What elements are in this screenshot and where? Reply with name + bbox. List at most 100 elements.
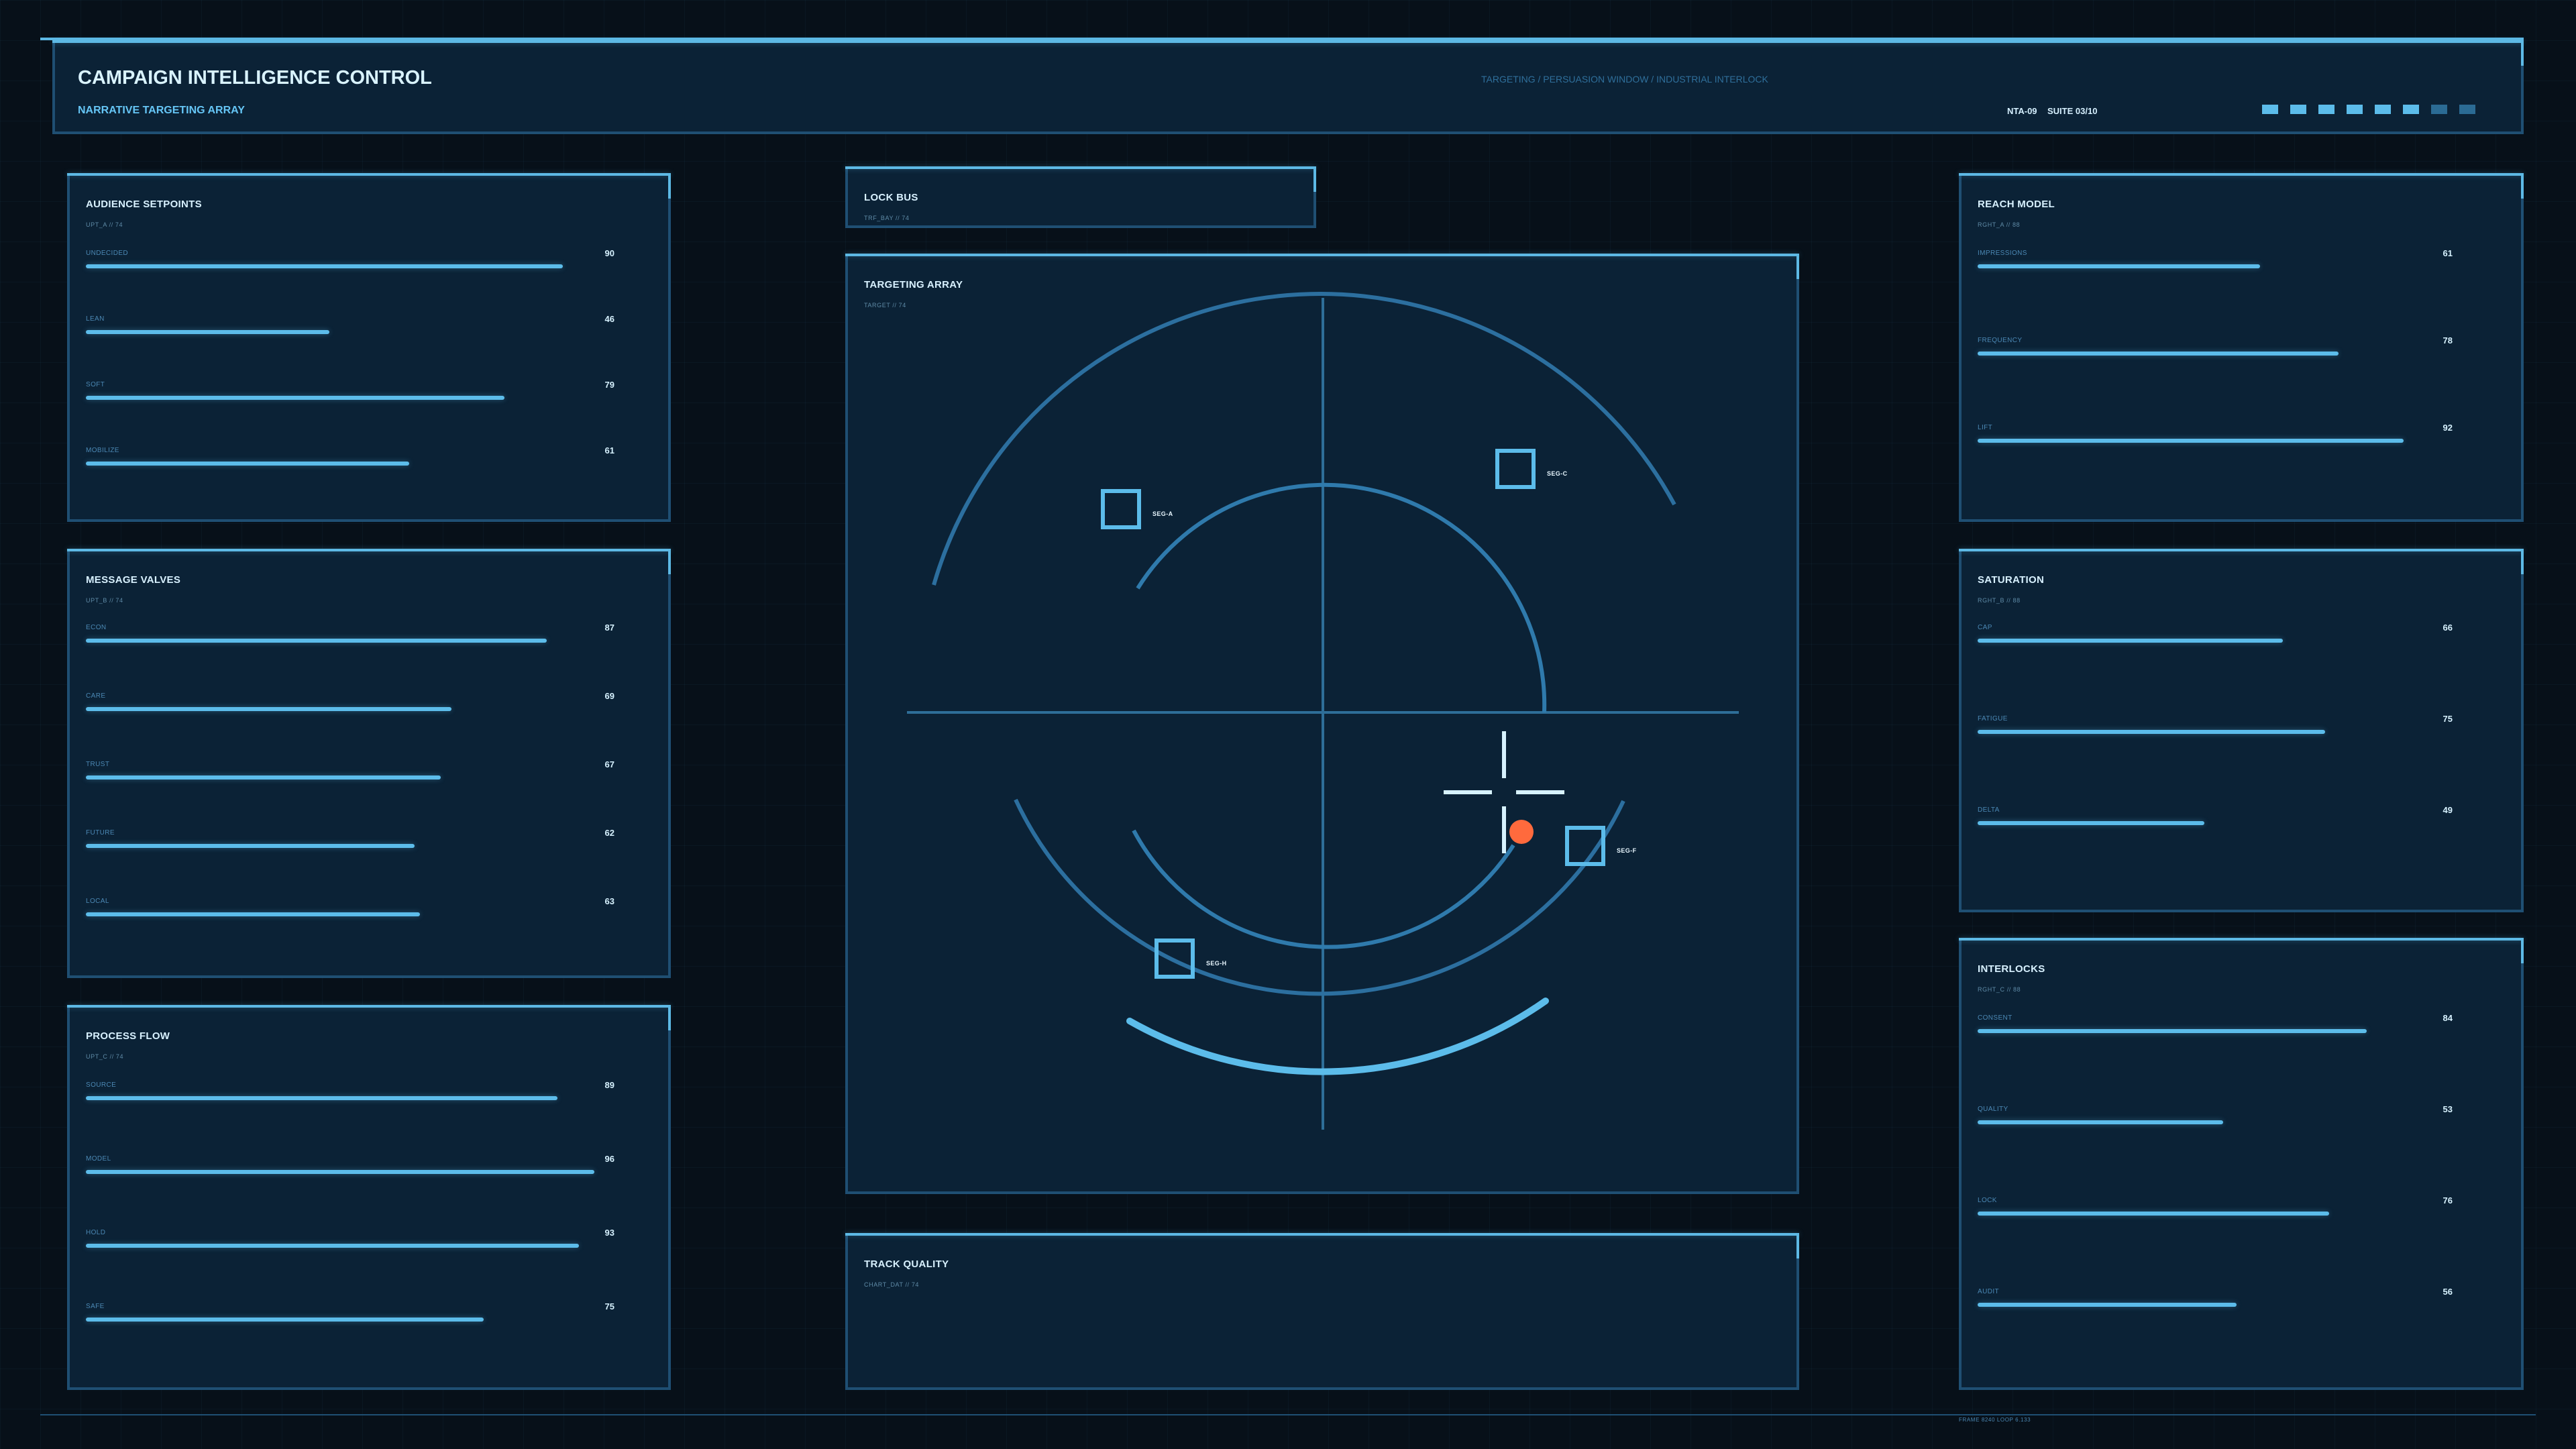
- metric-track: [86, 775, 616, 780]
- metric-row: HOLD 93: [86, 1228, 652, 1267]
- metric-row: IMPRESSIONS 61: [1978, 248, 2505, 287]
- metric-label: FREQUENCY: [1978, 337, 2023, 344]
- metric-track: [86, 462, 616, 466]
- status-block-3: [2318, 105, 2334, 114]
- metric-value: 49: [2443, 805, 2453, 815]
- metric-row: MOBILIZE 61: [86, 445, 652, 484]
- metric-fill: [1978, 730, 2325, 734]
- metric-label: MODEL: [86, 1155, 111, 1163]
- metric-track: [86, 707, 616, 711]
- metric-label: FUTURE: [86, 829, 115, 837]
- metric-fill: [1978, 1303, 2237, 1307]
- status-block-4: [2347, 105, 2363, 114]
- metric-label: CARE: [86, 692, 106, 700]
- panel-title: INTERLOCKS: [1978, 963, 2045, 975]
- metric-value: 46: [604, 314, 614, 324]
- panel-title: TRACK QUALITY: [864, 1258, 949, 1270]
- panel-code: CHART_DAT // 74: [864, 1281, 920, 1288]
- metric-fill: [1978, 639, 2284, 643]
- left-panel-audience-setpoints: AUDIENCE SETPOINTS UPT_A // 74 UNDECIDED…: [67, 173, 671, 522]
- metric-track: [1978, 352, 2440, 356]
- metric-fill: [86, 1318, 484, 1322]
- metric-value: 84: [2443, 1013, 2453, 1023]
- header-panel: CAMPAIGN INTELLIGENCE CONTROL NARRATIVE …: [52, 40, 2524, 134]
- metric-label: SOFT: [86, 381, 105, 388]
- metric-value: 96: [604, 1154, 614, 1164]
- dashboard-root: { "header": { "title": "CAMPAIGN INTELLI…: [0, 0, 2576, 1449]
- metric-value: 67: [604, 759, 614, 769]
- lock-arc: [1126, 998, 1549, 1075]
- metric-value: 63: [604, 896, 614, 906]
- segment-label-a: SEG-A: [1152, 511, 1173, 517]
- metric-row: LOCAL 63: [86, 896, 652, 935]
- metric-track: [1978, 821, 2440, 825]
- metric-label: AUDIT: [1978, 1288, 1999, 1295]
- metric-fill: [86, 462, 409, 466]
- metric-row: DELTA 49: [1978, 805, 2505, 844]
- metric-row: SOFT 79: [86, 380, 652, 419]
- metric-row: LOCK 76: [1978, 1195, 2505, 1234]
- status-block-1: [2262, 105, 2278, 114]
- segment-label-c: SEG-C: [1547, 470, 1568, 477]
- metric-value: 92: [2443, 423, 2453, 433]
- metric-label: LEAN: [86, 315, 105, 323]
- metric-fill: [1978, 264, 2260, 268]
- panel-code: TRF_BAY // 74: [864, 215, 910, 221]
- metric-value: 90: [604, 248, 614, 258]
- inner-arc-top: [1136, 482, 1547, 713]
- metric-label: SAFE: [86, 1303, 105, 1310]
- metric-value: 56: [2443, 1287, 2453, 1297]
- panel-code: UPT_A // 74: [86, 221, 123, 228]
- panel-code: UPT_C // 74: [86, 1053, 124, 1060]
- outer-bottom-line: [40, 1414, 2536, 1415]
- metric-value: 61: [604, 445, 614, 455]
- right-panel-saturation: SATURATION RGHT_B // 88 CAP 66 FATIGUE 7…: [1959, 549, 2524, 912]
- metric-row: CAP 66: [1978, 623, 2505, 661]
- metric-track: [1978, 439, 2440, 443]
- segment-label-h: SEG-H: [1206, 960, 1227, 967]
- metric-track: [86, 396, 616, 400]
- metric-row: FREQUENCY 78: [1978, 335, 2505, 374]
- segment-marker-c[interactable]: [1495, 449, 1536, 489]
- metric-track: [86, 1244, 616, 1248]
- status-block-5: [2375, 105, 2391, 114]
- target-dot[interactable]: [1509, 820, 1534, 844]
- panel-code: RGHT_B // 88: [1978, 597, 2021, 604]
- metric-fill: [1978, 352, 2339, 356]
- metric-label: UNDECIDED: [86, 250, 129, 257]
- metric-label: DELTA: [1978, 806, 2000, 814]
- metric-label: ECON: [86, 624, 107, 631]
- metric-fill: [1978, 439, 2404, 443]
- status-block-6: [2403, 105, 2419, 114]
- targeting-svg: [907, 292, 1739, 1130]
- metric-track: [1978, 1120, 2440, 1124]
- metric-fill: [1978, 1212, 2330, 1216]
- metric-row: LIFT 92: [1978, 423, 2505, 462]
- metric-row: MODEL 96: [86, 1154, 652, 1193]
- metric-row: SOURCE 89: [86, 1080, 652, 1119]
- left-panel-message-valves: MESSAGE VALVES UPT_B // 74 ECON 87 CARE …: [67, 549, 671, 978]
- metric-label: CAP: [1978, 624, 1992, 631]
- segment-marker-a[interactable]: [1101, 489, 1141, 529]
- panel-code: UPT_B // 74: [86, 597, 123, 604]
- right-panel-interlocks: INTERLOCKS RGHT_C // 88 CONSENT 84 QUALI…: [1959, 938, 2524, 1390]
- metric-fill: [86, 775, 441, 780]
- metric-label: CONSENT: [1978, 1014, 2012, 1022]
- segment-label-f: SEG-F: [1617, 847, 1637, 854]
- metric-label: SOURCE: [86, 1081, 117, 1089]
- metric-fill: [86, 912, 420, 916]
- metric-fill: [86, 1170, 595, 1174]
- page-title: CAMPAIGN INTELLIGENCE CONTROL: [78, 67, 432, 89]
- metric-value: 75: [604, 1301, 614, 1311]
- metric-fill: [1978, 1120, 2223, 1124]
- metric-label: FATIGUE: [1978, 715, 2008, 722]
- metric-row: TRUST 67: [86, 759, 652, 798]
- panel-code: RGHT_C // 88: [1978, 986, 2021, 993]
- metric-fill: [86, 396, 505, 400]
- panel-title: PROCESS FLOW: [86, 1030, 170, 1042]
- metric-row: AUDIT 56: [1978, 1287, 2505, 1326]
- metric-track: [86, 1096, 616, 1100]
- metric-value: 61: [2443, 248, 2453, 258]
- metric-value: 87: [604, 623, 614, 633]
- metric-row: ECON 87: [86, 623, 652, 661]
